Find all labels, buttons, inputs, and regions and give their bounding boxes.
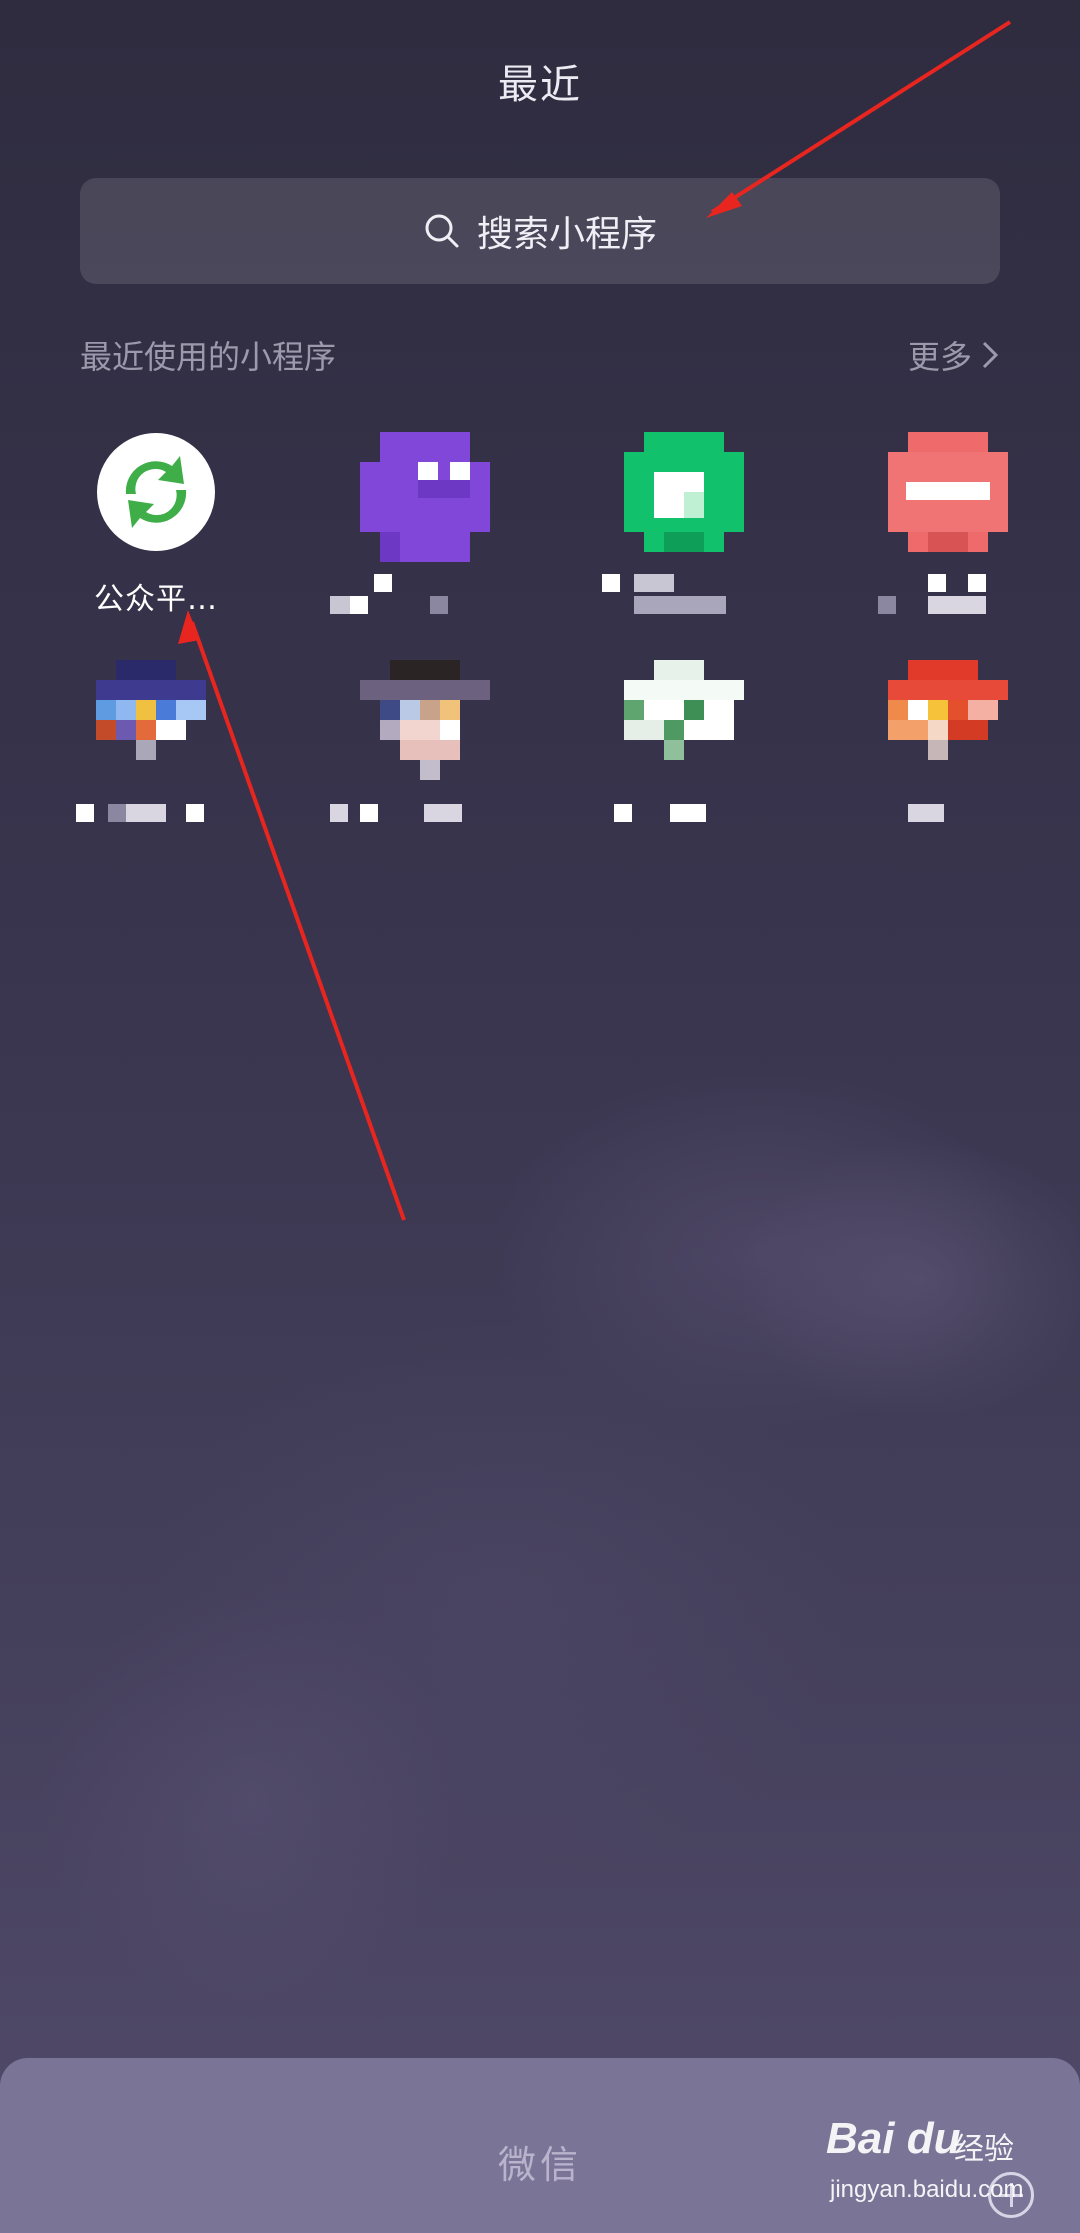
app-label-redacted bbox=[76, 802, 226, 822]
app-item[interactable] bbox=[594, 660, 774, 860]
app-item[interactable] bbox=[858, 432, 1038, 632]
chevron-right-icon bbox=[982, 341, 999, 369]
recent-section-header: 最近使用的小程序 更多 bbox=[80, 330, 1000, 380]
app-label-redacted bbox=[614, 802, 754, 822]
more-link[interactable]: 更多 bbox=[908, 332, 1000, 378]
app-item[interactable] bbox=[66, 660, 246, 860]
green-pixelated-icon bbox=[624, 432, 744, 552]
app-item[interactable] bbox=[330, 432, 510, 632]
app-label-redacted bbox=[330, 802, 490, 822]
red-pixelated-icon bbox=[888, 432, 1008, 552]
watermark-logo: Bai du bbox=[826, 2114, 961, 2163]
watermark-text: 经验 bbox=[954, 2133, 1014, 2166]
green-swirl-icon bbox=[96, 432, 216, 552]
section-title: 最近使用的小程序 bbox=[80, 338, 337, 376]
app-item[interactable] bbox=[858, 660, 1038, 860]
app-label-redacted bbox=[330, 574, 490, 614]
more-label: 更多 bbox=[907, 338, 972, 376]
white-green-pixelated-icon bbox=[624, 660, 744, 780]
search-bar[interactable]: 搜索小程序 bbox=[80, 178, 1000, 284]
app-item[interactable]: 公众平… bbox=[66, 432, 246, 632]
watermark-domain: jingyan.baidu.com bbox=[830, 2176, 1024, 2203]
search-placeholder: 搜索小程序 bbox=[476, 214, 657, 255]
watermark: Bai du 经验 jingyan.baidu.com bbox=[826, 2112, 1076, 2222]
orange-pixelated-icon bbox=[888, 660, 1008, 780]
portrait-pixelated-icon bbox=[360, 660, 490, 780]
app-label-redacted bbox=[878, 802, 1018, 822]
app-label: 公众平… bbox=[94, 582, 218, 617]
purple-pixelated-icon bbox=[360, 432, 490, 562]
app-item[interactable] bbox=[330, 660, 510, 860]
app-label-redacted bbox=[878, 574, 1018, 614]
blue-pixelated-icon bbox=[96, 660, 216, 780]
app-item[interactable] bbox=[594, 432, 774, 632]
page-title: 最近 bbox=[498, 62, 582, 108]
search-icon bbox=[425, 214, 459, 248]
app-label-redacted bbox=[602, 574, 754, 614]
